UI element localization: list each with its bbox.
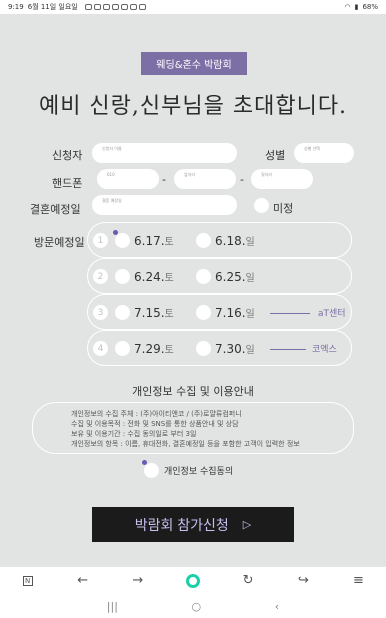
- undecided-label: 미정: [273, 202, 294, 215]
- venue-divider: [270, 313, 310, 314]
- green-dot-home-button[interactable]: [182, 570, 204, 592]
- wedding-date-label: 결혼예정일: [30, 203, 81, 216]
- wedding-date-input[interactable]: 결혼 예정일: [92, 195, 237, 215]
- wifi-icon: ◠: [344, 3, 351, 11]
- visit-date-6-18: 6.18.일: [215, 234, 255, 248]
- venue-label: 코엑스: [312, 345, 337, 355]
- notification-icons: [84, 4, 146, 10]
- event-badge: 웨딩&혼수 박람회: [141, 52, 247, 75]
- apply-button-label: 박람회 참가신청: [134, 516, 229, 533]
- visit-radio-6-18[interactable]: [196, 233, 211, 248]
- system-nav-bar: ||| ○ ‹: [0, 594, 386, 618]
- naver-home-button[interactable]: N: [17, 570, 39, 592]
- gender-label: 성별: [265, 149, 286, 162]
- visit-radio-6-17[interactable]: [113, 230, 130, 248]
- venue-label: aT센터: [318, 309, 346, 319]
- visit-date-7-16: 7.16.일: [215, 306, 255, 320]
- signal-icon: ▮: [354, 3, 359, 11]
- phone-middle-input[interactable]: 앞자리: [174, 169, 236, 189]
- undecided-radio[interactable]: [254, 198, 269, 213]
- recents-icon[interactable]: |||: [107, 600, 118, 613]
- visit-date-7-15: 7.15.토: [134, 306, 174, 320]
- phone-last-placeholder: 뒷자리: [261, 172, 273, 177]
- row-number: 3: [93, 305, 108, 320]
- visit-date-6-24: 6.24.토: [134, 270, 174, 284]
- visit-date-6-25: 6.25.일: [215, 270, 255, 284]
- name-label: 신청자: [52, 149, 83, 162]
- visit-radio-6-24[interactable]: [115, 269, 130, 284]
- visit-row-1: 1 6.17.토 6.18.일: [87, 222, 352, 258]
- apply-button[interactable]: 박람회 참가신청 ▷: [92, 507, 294, 542]
- visit-date-7-29: 7.29.토: [134, 342, 174, 356]
- venue-divider: [270, 349, 306, 350]
- gender-placeholder: 성별 선택: [304, 146, 320, 151]
- privacy-line: 개인정보의 수집 주체 : (주)아이티앤코 / (주)로얄류컴퍼니: [71, 410, 242, 418]
- visit-date-7-30: 7.30.일: [215, 342, 255, 356]
- refresh-icon[interactable]: ↻: [237, 570, 259, 592]
- privacy-notice: 개인정보의 수집 주체 : (주)아이티앤코 / (주)로얄류컴퍼니 수집 및 …: [32, 402, 354, 454]
- visit-radio-7-16[interactable]: [196, 305, 211, 320]
- green-circle-icon: [185, 573, 200, 588]
- privacy-agree-radio[interactable]: [142, 460, 159, 478]
- visit-row-2: 2 6.24.토 6.25.일: [87, 258, 352, 294]
- status-time: 9:19: [8, 3, 24, 11]
- event-page: 웨딩&혼수 박람회 예비 신랑,신부님을 초대합니다. 신청자 신청자 이름 성…: [0, 14, 386, 566]
- share-icon[interactable]: ↪: [292, 570, 314, 592]
- name-placeholder: 신청자 이름: [102, 146, 122, 151]
- play-arrow-icon: ▷: [242, 519, 252, 531]
- phone-prefix-placeholder: 010: [107, 172, 115, 177]
- row-number: 4: [93, 341, 108, 356]
- wedding-date-placeholder: 결혼 예정일: [102, 198, 122, 203]
- page-title: 예비 신랑,신부님을 초대합니다.: [38, 94, 348, 119]
- name-input[interactable]: 신청자 이름: [92, 143, 237, 163]
- back-arrow-icon[interactable]: ←: [72, 570, 94, 592]
- phone-dash: -: [240, 173, 244, 186]
- phone-prefix-input[interactable]: 010: [97, 169, 159, 189]
- gender-select[interactable]: 성별 선택: [294, 143, 354, 163]
- visit-radio-7-29[interactable]: [115, 341, 130, 356]
- privacy-line: 보유 및 이용기간 : 수집 동의일로 부터 3일: [71, 430, 197, 438]
- phone-label: 핸드폰: [52, 177, 83, 190]
- naver-n-icon: N: [22, 575, 33, 586]
- browser-toolbar: N ← → ↻ ↪ ≡: [0, 566, 386, 594]
- status-bar: 9:19 6월 11일 일요일 ◠ ▮ 68%: [0, 0, 386, 14]
- privacy-line: 수집 및 이용목적 : 전화 및 SNS를 통한 상품안내 및 상담: [71, 420, 239, 428]
- phone-middle-placeholder: 앞자리: [184, 172, 196, 177]
- privacy-title: 개인정보 수집 및 이용안내: [132, 385, 254, 398]
- row-number: 2: [93, 269, 108, 284]
- phone-dash: -: [162, 173, 166, 186]
- visit-date-label: 방문예정일: [34, 236, 85, 249]
- forward-arrow-icon[interactable]: →: [127, 570, 149, 592]
- visit-row-3: 3 7.15.토 7.16.일 aT센터: [87, 294, 352, 330]
- privacy-agree-label: 개인정보 수집동의: [164, 467, 234, 477]
- visit-row-4: 4 7.29.토 7.30.일 코엑스: [87, 330, 352, 366]
- privacy-line: 개인정보의 항목 : 이름, 휴대전화, 결혼예정일 등을 포함한 고객이 입력…: [71, 440, 300, 448]
- visit-date-6-17: 6.17.토: [134, 234, 174, 248]
- visit-radio-6-25[interactable]: [196, 269, 211, 284]
- visit-radio-7-30[interactable]: [196, 341, 211, 356]
- home-icon[interactable]: ○: [192, 600, 202, 613]
- menu-icon[interactable]: ≡: [347, 570, 369, 592]
- visit-radio-7-15[interactable]: [115, 305, 130, 320]
- status-date: 6월 11일 일요일: [27, 3, 78, 11]
- row-number: 1: [93, 233, 108, 248]
- battery-level: 68%: [362, 3, 378, 11]
- back-icon[interactable]: ‹: [275, 600, 279, 613]
- phone-last-input[interactable]: 뒷자리: [251, 169, 313, 189]
